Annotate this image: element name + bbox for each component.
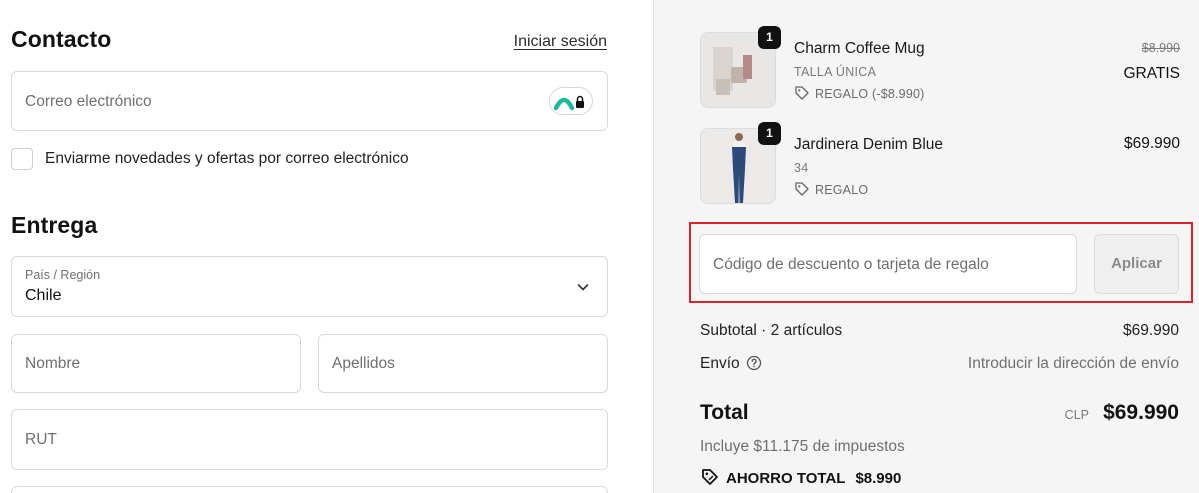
last-name-placeholder: Apellidos xyxy=(332,355,395,372)
email-field[interactable]: Correo electrónico xyxy=(11,71,608,131)
savings-value: $8.990 xyxy=(855,470,902,487)
tax-note: Incluye $11.175 de impuestos xyxy=(700,438,905,455)
chevron-down-icon xyxy=(577,284,589,291)
subtotal-value: $69.990 xyxy=(1122,322,1179,339)
discount-placeholder: Código de descuento o tarjeta de regalo xyxy=(713,256,989,273)
newsletter-label: Enviarme novedades y ofertas por correo … xyxy=(45,150,409,167)
apply-discount-button[interactable]: Aplicar xyxy=(1094,234,1179,294)
product-variant: TALLA ÚNICA xyxy=(794,65,877,79)
shipping-row: Envío xyxy=(700,355,762,373)
gift-label: REGALO (-$8.990) xyxy=(815,87,925,101)
checkout-form-column: Contacto Iniciar sesión Correo electróni… xyxy=(0,0,653,493)
item-price: $69.990 xyxy=(1123,135,1180,152)
shipping-value: Introducir la dirección de envío xyxy=(967,355,1179,372)
next-address-field[interactable] xyxy=(11,486,608,493)
contact-heading: Contacto xyxy=(11,26,112,52)
item-price: GRATIS xyxy=(1123,65,1180,82)
shipping-label: Envío xyxy=(700,355,740,372)
cart-item: 1 Charm Coffee Mug TALLA ÚNICA REGALO (-… xyxy=(700,26,1180,112)
first-name-placeholder: Nombre xyxy=(25,355,81,372)
total-value: $69.990 xyxy=(1103,401,1179,424)
gift-tag: REGALO xyxy=(794,181,868,197)
country-select[interactable]: País / Región Chile xyxy=(11,256,608,317)
total-currency: CLP xyxy=(1064,408,1089,422)
quantity-badge: 1 xyxy=(758,122,781,145)
tag-icon xyxy=(702,469,718,485)
tag-icon xyxy=(795,182,809,196)
product-name: Charm Coffee Mug xyxy=(794,40,925,57)
discount-code-input[interactable]: Código de descuento o tarjeta de regalo xyxy=(699,234,1077,294)
order-summary: 1 Charm Coffee Mug TALLA ÚNICA REGALO (-… xyxy=(653,0,1199,493)
delivery-heading: Entrega xyxy=(11,212,98,238)
original-price: $8.990 xyxy=(1141,41,1180,55)
password-manager-icon[interactable] xyxy=(549,87,593,115)
rut-field[interactable]: RUT xyxy=(11,409,608,470)
help-icon[interactable] xyxy=(746,355,762,371)
product-name: Jardinera Denim Blue xyxy=(794,136,944,153)
country-label: País / Región xyxy=(25,268,101,282)
product-variant: 34 xyxy=(794,161,809,175)
gift-tag: REGALO (-$8.990) xyxy=(794,85,925,101)
subtotal-label: Subtotal · 2 artículos xyxy=(700,322,843,339)
cart-item: 1 Jardinera Denim Blue 34 REGALO $69.990 xyxy=(700,122,1180,208)
savings-label: AHORRO TOTAL xyxy=(726,470,846,487)
country-value: Chile xyxy=(25,287,62,304)
newsletter-checkbox[interactable] xyxy=(11,148,33,170)
rut-placeholder: RUT xyxy=(25,431,57,448)
login-link[interactable]: Iniciar sesión xyxy=(514,33,607,51)
total-label: Total xyxy=(700,401,749,424)
gift-label: REGALO xyxy=(815,183,869,197)
quantity-badge: 1 xyxy=(758,26,781,49)
total-savings: AHORRO TOTAL $8.990 xyxy=(700,467,901,489)
tag-icon xyxy=(795,86,809,100)
first-name-field[interactable]: Nombre xyxy=(11,334,301,393)
email-placeholder: Correo electrónico xyxy=(25,93,152,110)
last-name-field[interactable]: Apellidos xyxy=(318,334,608,393)
